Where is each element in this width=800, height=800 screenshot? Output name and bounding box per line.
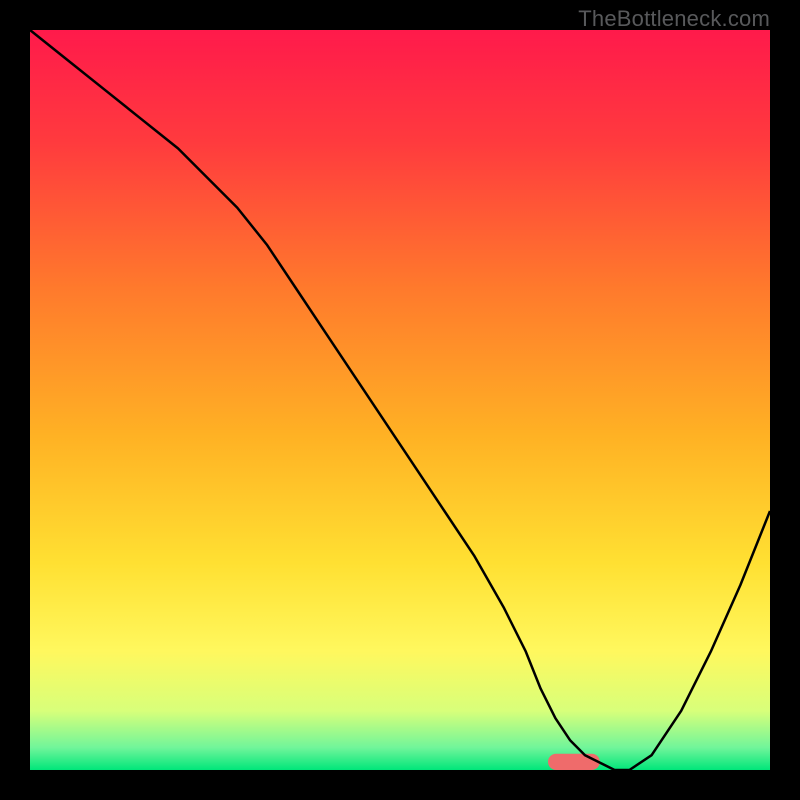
watermark-text: TheBottleneck.com bbox=[578, 6, 770, 32]
optimal-marker bbox=[548, 754, 600, 770]
bottleneck-chart bbox=[30, 30, 770, 770]
background-gradient bbox=[30, 30, 770, 770]
